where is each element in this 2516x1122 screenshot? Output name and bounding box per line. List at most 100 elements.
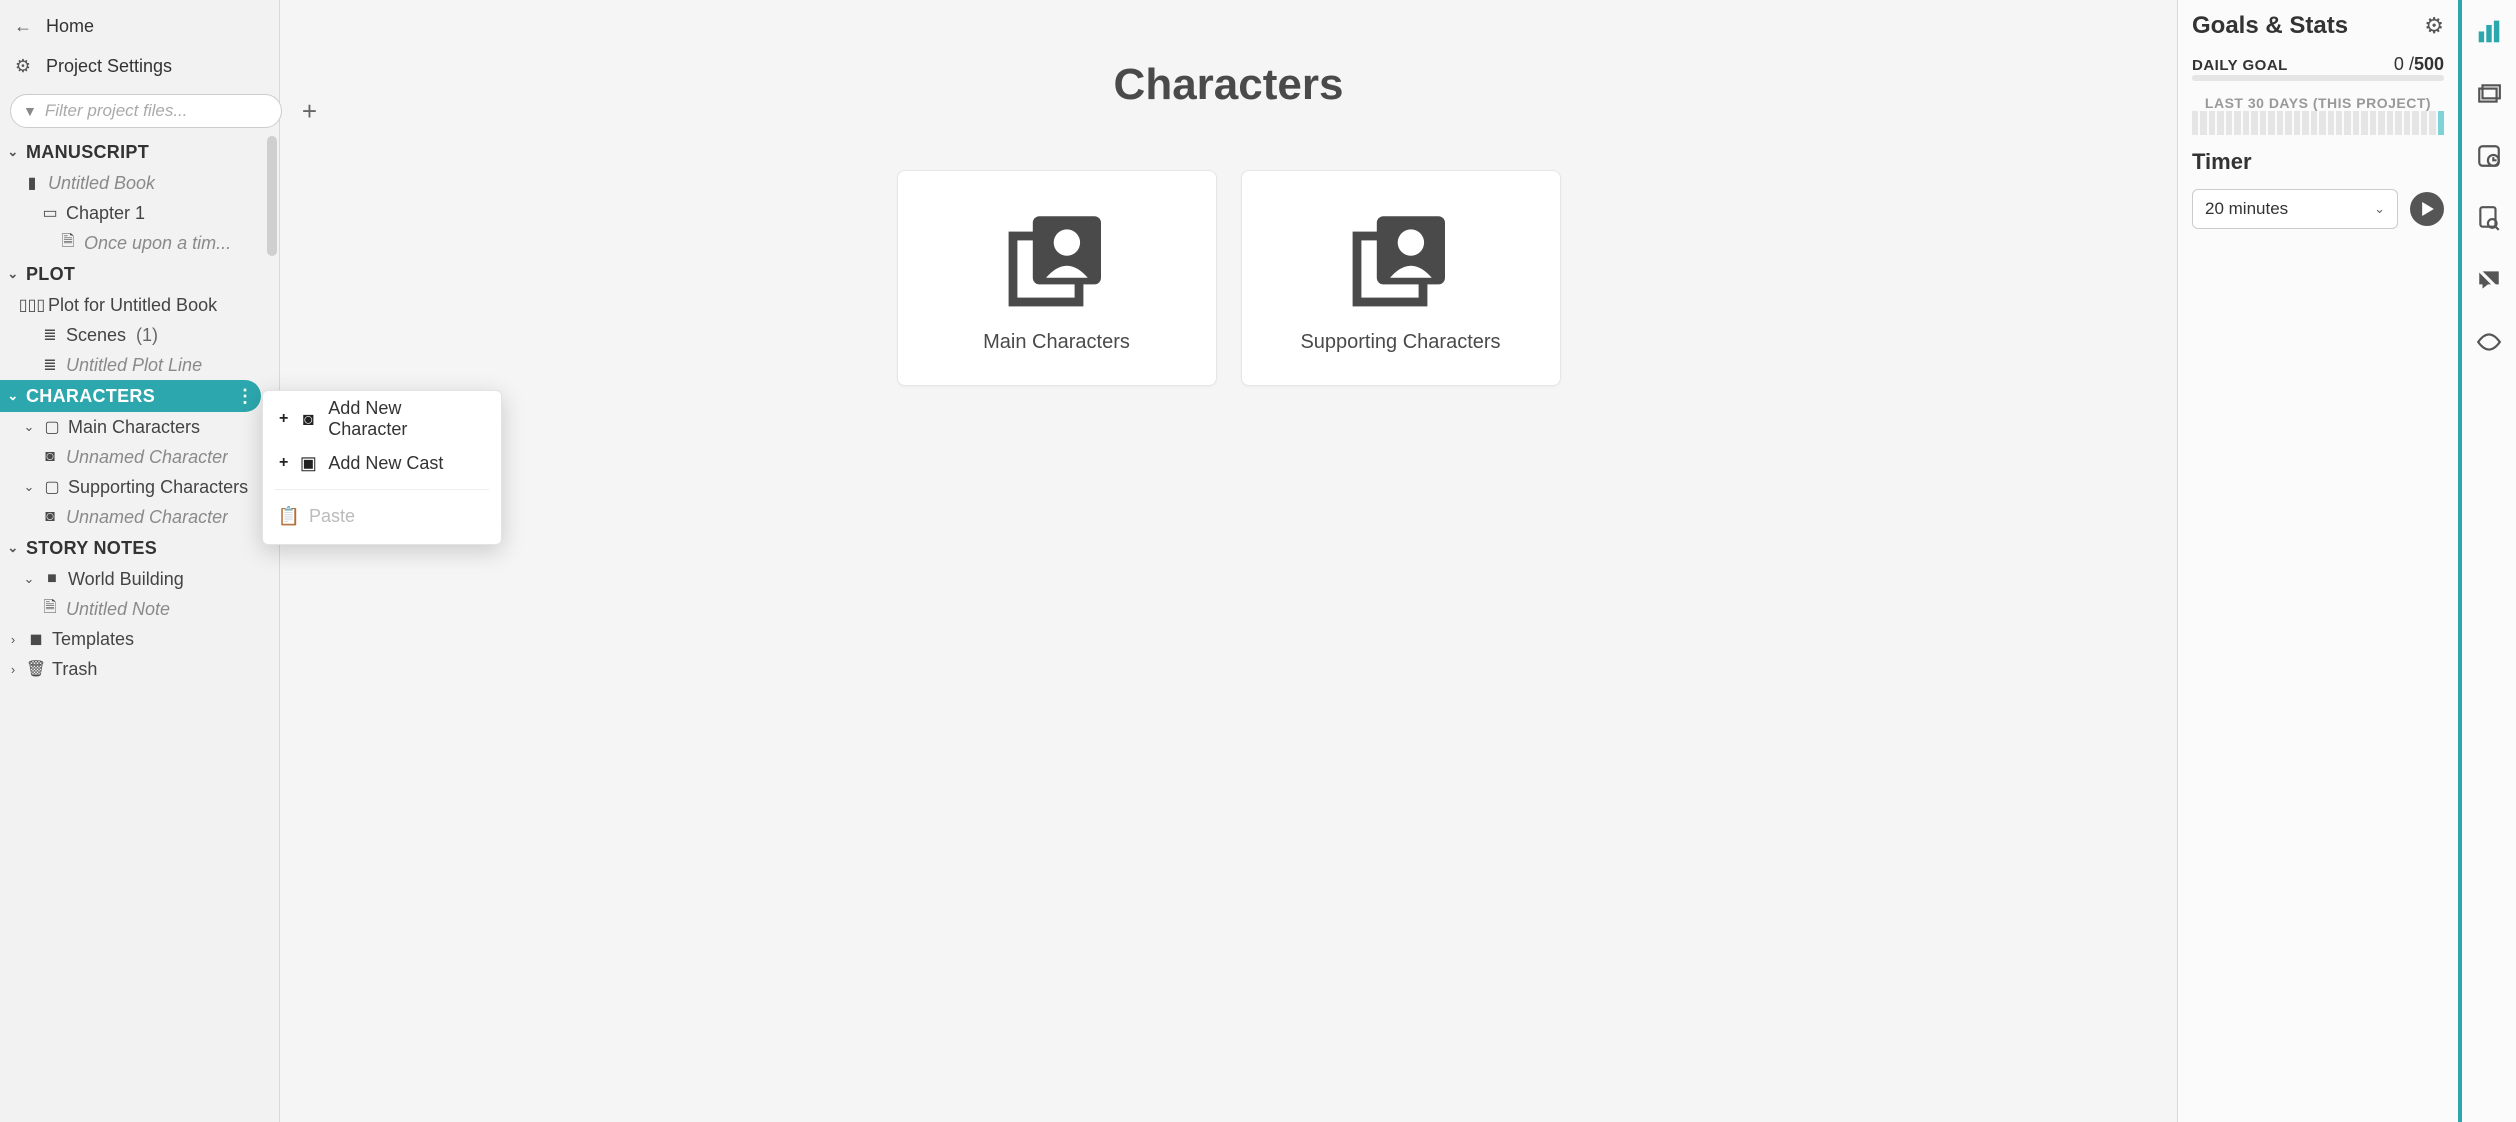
back-arrow-icon: ← <box>12 16 34 37</box>
chevron-right-icon: › <box>6 632 20 647</box>
folder-icon: ■ <box>42 570 62 588</box>
tree-item-plot-line[interactable]: ≣ Untitled Plot Line <box>0 350 279 380</box>
clipboard-icon: 📋 <box>279 506 299 527</box>
filter-icon: ▼ <box>23 103 37 119</box>
cast-icon: ▢ <box>42 477 62 497</box>
chevron-down-icon: ⌄ <box>6 388 20 404</box>
last-30-days-label: LAST 30 DAYS (THIS PROJECT) <box>2192 95 2444 111</box>
goals-stats-title: Goals & Stats <box>2192 12 2348 40</box>
main-content: Characters Main Characters Supporting Ch… <box>280 0 2177 1122</box>
tree-item-unnamed-character-main[interactable]: ◙ Unnamed Character <box>0 442 279 472</box>
chevron-down-icon: ⌄ <box>2374 201 2385 217</box>
rail-cards-button[interactable] <box>2475 80 2503 108</box>
gear-icon: ⚙ <box>12 56 34 77</box>
plus-icon: + <box>279 410 288 428</box>
characters-context-menu: + ◙ Add New Character + ▣ Add New Cast 📋… <box>262 390 502 545</box>
person-icon: ◙ <box>298 409 318 430</box>
rail-history-button[interactable] <box>2475 142 2503 170</box>
tree-item-plot-for[interactable]: ▯▯▯ Plot for Untitled Book <box>0 290 279 320</box>
list-icon: ≣ <box>40 325 60 345</box>
chevron-down-icon: ⌄ <box>6 540 20 556</box>
rail-comments-button[interactable] <box>2475 266 2503 294</box>
chevron-down-icon: ⌄ <box>22 419 36 435</box>
divider <box>275 489 489 490</box>
cast-icon <box>1002 203 1112 313</box>
stacked-cards-icon <box>2476 81 2502 107</box>
menu-add-new-character[interactable]: + ◙ Add New Character <box>263 397 501 441</box>
more-icon[interactable]: ⋮ <box>236 386 253 407</box>
tree-item-supporting-characters[interactable]: ⌄ ▢ Supporting Characters <box>0 472 279 502</box>
tree-item-main-characters[interactable]: ⌄ ▢ Main Characters <box>0 412 279 442</box>
daily-goal-value: 0 /500 <box>2394 54 2444 75</box>
tree-item-world-building[interactable]: ⌄ ■ World Building <box>0 564 279 594</box>
filter-input[interactable] <box>45 101 269 121</box>
rail-find-button[interactable] <box>2475 204 2503 232</box>
cast-icon: ▢ <box>42 417 62 437</box>
list-icon: ≣ <box>40 355 60 375</box>
tree-item-chapter[interactable]: ▭ Chapter 1 <box>0 198 279 228</box>
menu-add-new-cast[interactable]: + ▣ Add New Cast <box>263 441 501 485</box>
card-main-characters[interactable]: Main Characters <box>897 170 1217 386</box>
cast-icon <box>1346 203 1456 313</box>
tree-heading-characters[interactable]: ⌄ Characters ⋮ <box>0 380 261 412</box>
rail-stats-button[interactable] <box>2475 18 2503 46</box>
chevron-right-icon: › <box>6 662 20 677</box>
chevron-down-icon: ⌄ <box>6 266 20 282</box>
page-icon: 🗎 <box>40 596 60 623</box>
card-label: Main Characters <box>983 331 1130 354</box>
person-icon: ◙ <box>40 448 60 466</box>
timer-heading: Timer <box>2192 149 2444 175</box>
menu-paste: 📋 Paste <box>263 494 501 538</box>
chevron-down-icon: ⌄ <box>6 144 20 160</box>
page-title: Characters <box>1114 60 1344 110</box>
project-settings-label: Project Settings <box>46 56 172 77</box>
gear-icon[interactable]: ⚙ <box>2424 13 2444 39</box>
character-folder-cards: Main Characters Supporting Characters <box>897 170 1561 386</box>
plus-icon: + <box>279 454 288 472</box>
template-icon: ◼ <box>26 629 46 649</box>
daily-goal-progress-bar <box>2192 75 2444 81</box>
file-tree: ⌄ Manuscript ▮ Untitled Book ▭ Chapter 1… <box>0 136 279 1122</box>
filter-input-wrap[interactable]: ▼ <box>10 94 282 128</box>
tree-heading-story-notes[interactable]: ⌄ Story Notes <box>0 532 279 564</box>
tree-item-unnamed-character-supporting[interactable]: ◙ Unnamed Character <box>0 502 279 532</box>
play-icon <box>2421 202 2435 216</box>
last-30-days-bars <box>2192 111 2444 135</box>
tree-item-scenes[interactable]: ≣ Scenes (1) <box>0 320 279 350</box>
goals-stats-panel: Goals & Stats ⚙ DAILY GOAL 0 /500 LAST 3… <box>2177 0 2462 1122</box>
card-label: Supporting Characters <box>1300 331 1500 354</box>
tree-item-trash[interactable]: › 🗑 Trash <box>0 654 279 684</box>
home-label: Home <box>46 16 94 37</box>
timer-duration-value: 20 minutes <box>2205 199 2288 219</box>
columns-icon: ▯▯▯ <box>22 295 42 315</box>
history-icon <box>2476 143 2502 169</box>
tree-item-templates[interactable]: › ◼ Templates <box>0 624 279 654</box>
filter-row: ▼ + <box>0 86 279 136</box>
home-link[interactable]: ← Home <box>0 6 279 46</box>
add-file-button[interactable]: + <box>302 96 317 127</box>
timer-play-button[interactable] <box>2410 192 2444 226</box>
daily-goal-label: DAILY GOAL <box>2192 57 2288 74</box>
person-icon: ◙ <box>40 508 60 526</box>
rail-visibility-button[interactable] <box>2475 328 2503 356</box>
project-sidebar: ← Home ⚙ Project Settings ▼ + ⌄ Manuscri… <box>0 0 280 1122</box>
eye-icon <box>2476 329 2502 355</box>
timer-duration-select[interactable]: 20 minutes ⌄ <box>2192 189 2398 229</box>
tree-heading-plot[interactable]: ⌄ Plot <box>0 258 279 290</box>
chevron-down-icon: ⌄ <box>22 479 36 495</box>
card-supporting-characters[interactable]: Supporting Characters <box>1241 170 1561 386</box>
book-icon: ▮ <box>22 173 42 193</box>
tool-rail <box>2462 0 2516 1122</box>
tree-heading-manuscript[interactable]: ⌄ Manuscript <box>0 136 279 168</box>
tree-item-book[interactable]: ▮ Untitled Book <box>0 168 279 198</box>
cast-icon: ▣ <box>298 453 318 474</box>
search-page-icon <box>2476 205 2502 231</box>
tree-item-scene[interactable]: 🗎 Once upon a tim... <box>0 228 279 258</box>
bar-chart-icon <box>2476 19 2502 45</box>
page-icon: 🗎 <box>58 230 78 257</box>
project-settings-link[interactable]: ⚙ Project Settings <box>0 46 279 86</box>
tree-item-untitled-note[interactable]: 🗎 Untitled Note <box>0 594 279 624</box>
chevron-down-icon: ⌄ <box>22 571 36 587</box>
scrollbar[interactable] <box>267 136 277 256</box>
trash-icon: 🗑 <box>26 659 46 679</box>
